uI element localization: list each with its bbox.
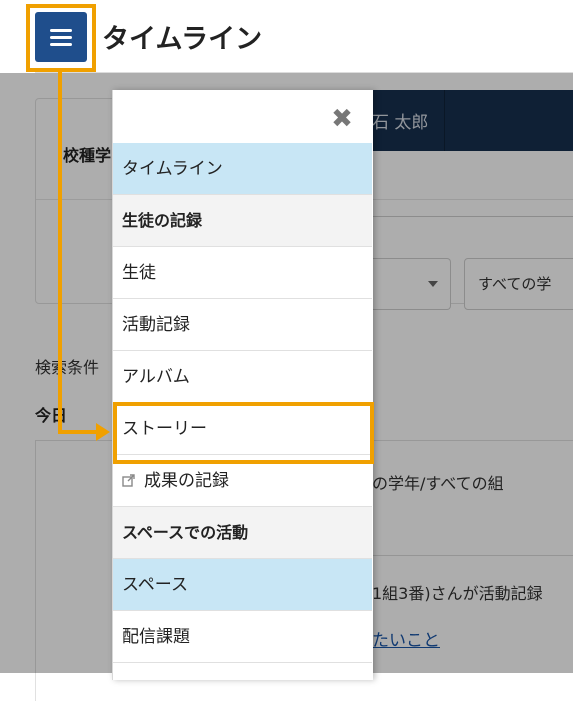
annotation-connector	[58, 68, 62, 434]
menu-section-student-records: 生徒の記録	[113, 195, 372, 247]
menu-item-activity-records[interactable]: 活動記録	[113, 299, 372, 351]
external-link-icon	[122, 474, 135, 487]
page-title: タイムライン	[102, 24, 263, 55]
user-name[interactable]: 石 太郎	[372, 108, 428, 133]
close-icon[interactable]: ✖	[329, 106, 355, 132]
menu-item-students[interactable]: 生徒	[113, 247, 372, 299]
search-conditions-label: 検索条件	[35, 358, 100, 377]
menu-item-label: 成果の記録	[144, 471, 229, 491]
grade-select[interactable]	[372, 258, 451, 310]
user-bar-divider	[444, 90, 445, 151]
menu-item-label: 生徒	[122, 263, 156, 283]
highlight-story	[113, 402, 374, 464]
menu-item-label: タイムライン	[122, 159, 223, 179]
input-underline	[372, 216, 573, 217]
menu-item-album[interactable]: アルバム	[113, 351, 372, 403]
filter-summary: の学年/すべての組	[372, 474, 504, 493]
arrow-right-icon	[96, 423, 110, 441]
school-type-label: 校種学	[63, 146, 112, 165]
class-select-value: すべての学	[478, 275, 552, 293]
today-heading: 今日	[35, 406, 68, 425]
highlight-hamburger	[26, 4, 96, 72]
menu-item-space[interactable]: スペース	[113, 559, 372, 611]
annotation-connector	[58, 430, 100, 434]
menu-section-label: スペースでの活動	[122, 523, 249, 542]
activity-entry-link[interactable]: たいこと	[372, 626, 440, 651]
header-divider	[35, 72, 573, 73]
list-divider	[372, 555, 573, 556]
menu-section-label: 生徒の記録	[122, 211, 203, 230]
menu-item-label: スペース	[122, 575, 188, 595]
menu-item-label: 活動記録	[122, 315, 190, 335]
menu-item-label: 配信課題	[122, 627, 190, 647]
menu-item-label: アルバム	[122, 367, 190, 387]
menu-item-assignments[interactable]: 配信課題	[113, 611, 372, 663]
menu-section-space-activities: スペースでの活動	[113, 507, 372, 559]
activity-entry-text: 1組3番)さんが活動記録	[372, 584, 543, 603]
chevron-down-icon	[428, 281, 438, 287]
menu-item-timeline[interactable]: タイムライン	[113, 143, 372, 195]
